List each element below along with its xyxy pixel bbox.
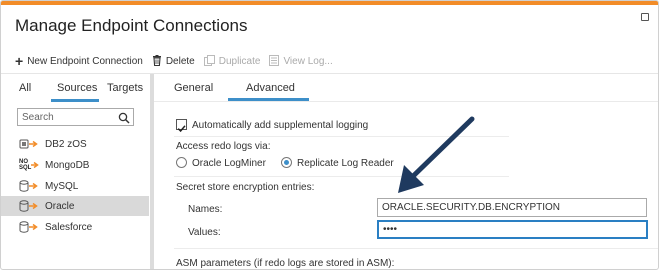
delete-button[interactable]: Delete (152, 54, 195, 68)
nosql-icon-text-bottom: SQL (19, 165, 32, 171)
tab-all[interactable]: All (19, 82, 31, 94)
view-log-label: View Log... (283, 55, 333, 67)
tab-targets[interactable]: Targets (107, 82, 143, 94)
tab-bar-divider (154, 101, 658, 102)
endpoint-list-panel: All Sources Targets Search DB2 zOS NO SQL (1, 74, 150, 269)
names-label: Names: (188, 204, 223, 215)
list-item-mysql[interactable]: MySQL (1, 176, 149, 196)
list-item-oracle[interactable]: Oracle (1, 196, 149, 216)
view-log-button[interactable]: View Log... (269, 54, 333, 68)
search-icon (118, 111, 130, 124)
replicate-log-reader-label: Replicate Log Reader (297, 158, 394, 169)
list-item-label: MySQL (45, 180, 79, 192)
search-input[interactable]: Search (17, 108, 134, 126)
values-input[interactable]: •••• (377, 220, 648, 239)
list-item-salesforce[interactable]: Salesforce (1, 217, 149, 237)
window-title: Manage Endpoint Connections (15, 16, 248, 35)
tab-selected-indicator (51, 99, 99, 102)
list-item-label: MongoDB (45, 159, 90, 171)
supplemental-logging-label: Automatically add supplemental logging (192, 120, 369, 131)
endpoint-settings-panel: General Advanced Automatically add suppl… (154, 74, 658, 269)
tab-advanced[interactable]: Advanced (246, 82, 295, 94)
oracle-logminer-label: Oracle LogMiner (192, 158, 266, 169)
delete-label: Delete (165, 55, 195, 67)
search-placeholder: Search (22, 112, 54, 123)
duplicate-icon (203, 54, 215, 68)
plus-icon: + (15, 53, 24, 69)
asm-parameters-label: ASM parameters (if redo logs are stored … (176, 258, 395, 269)
list-item-label: Oracle (45, 200, 75, 212)
oracle-logminer-radio[interactable] (176, 157, 187, 168)
values-label: Values: (188, 227, 221, 238)
names-input[interactable]: ORACLE.SECURITY.DB.ENCRYPTION (377, 198, 647, 217)
list-item-mongodb[interactable]: NO SQL MongoDB (1, 155, 149, 175)
database-icon (19, 180, 41, 192)
new-endpoint-connection-label: New Endpoint Connection (27, 55, 143, 67)
duplicate-label: Duplicate (218, 55, 261, 67)
endpoint-filter-tabs: All Sources Targets (1, 74, 150, 102)
database-icon (19, 200, 41, 212)
duplicate-button[interactable]: Duplicate (203, 54, 261, 68)
nosql-icon: NO SQL (19, 159, 41, 171)
replicate-log-reader-radio[interactable] (281, 157, 292, 168)
access-redo-logs-label: Access redo logs via: (176, 141, 271, 152)
trash-icon (152, 54, 162, 68)
secret-store-label: Secret store encryption entries: (176, 182, 315, 193)
list-item-label: DB2 zOS (45, 138, 87, 150)
manage-endpoint-connections-window: Manage Endpoint Connections + New Endpoi… (0, 0, 659, 270)
db2-icon (19, 138, 41, 150)
list-item-label: Salesforce (45, 221, 93, 233)
tab-general[interactable]: General (174, 82, 213, 94)
window-accent-bar (1, 1, 658, 5)
section-divider (174, 176, 509, 177)
database-icon (19, 221, 41, 233)
new-endpoint-connection-button[interactable]: + New Endpoint Connection (15, 53, 143, 69)
log-icon (269, 54, 280, 68)
tab-sources[interactable]: Sources (57, 82, 97, 94)
checkmark-icon (177, 125, 186, 133)
list-item-db2-zos[interactable]: DB2 zOS (1, 134, 149, 154)
supplemental-logging-checkbox[interactable] (176, 119, 187, 133)
section-divider (174, 248, 658, 249)
maximize-icon[interactable] (641, 13, 649, 21)
toolbar: + New Endpoint Connection Delete Duplica… (15, 53, 342, 69)
section-divider (174, 136, 509, 137)
